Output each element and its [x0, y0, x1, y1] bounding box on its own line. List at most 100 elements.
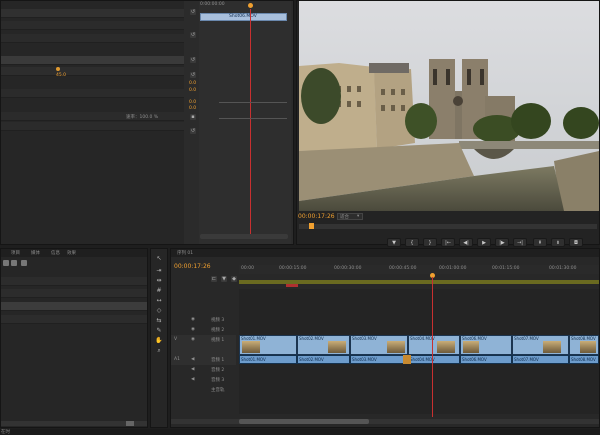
audio-clip[interactable]: Shot02.MOV — [297, 355, 350, 364]
list-item[interactable] — [1, 315, 147, 324]
video-clip[interactable]: Shot06.MOV — [460, 335, 512, 355]
time-ruler[interactable]: 00:00 00:00:15:00 00:00:30:00 00:00:45:0… — [239, 265, 599, 274]
effect-row[interactable] — [1, 21, 184, 30]
effect-mini-timeline[interactable]: 0:00:00:00 Shot06.MOV — [199, 1, 291, 244]
audio-clip[interactable]: Shot08.MOV — [569, 355, 599, 364]
video-clip[interactable]: Shot02.MOV — [297, 335, 350, 355]
speaker-icon[interactable]: ◀ — [191, 357, 194, 362]
list-item[interactable] — [1, 277, 147, 286]
program-scrub-bar[interactable] — [299, 223, 597, 229]
mark-out-icon[interactable]: { — [405, 238, 419, 247]
search-icon[interactable] — [21, 260, 27, 266]
timeline-timecode[interactable]: 00:00:17:26 — [174, 263, 211, 270]
track-select-tool-icon[interactable]: ⇥ — [155, 267, 163, 275]
audio-clip[interactable]: Shot01.MOV — [239, 355, 297, 364]
track-header-video-3[interactable]: ◉ 视频 3 — [171, 315, 236, 325]
video-clip[interactable]: Shot04.MOV — [408, 335, 460, 355]
tab-effects[interactable]: 效果 — [67, 250, 76, 256]
effect-row[interactable] — [1, 34, 184, 43]
effect-row[interactable] — [1, 122, 184, 131]
go-to-in-icon[interactable]: |← — [441, 238, 455, 247]
eye-icon[interactable]: ◉ — [191, 337, 195, 342]
video-clip[interactable]: Shot07.MOV — [512, 335, 569, 355]
effect-row[interactable] — [1, 67, 184, 76]
video-clip[interactable]: Shot01.MOV — [239, 335, 297, 355]
zoom-tool-icon[interactable]: ⌕ — [155, 347, 163, 355]
audio-clip[interactable]: Shot06.MOV — [460, 355, 512, 364]
track-header-master[interactable]: 主音轨 — [171, 385, 236, 395]
mini-scrollbar[interactable] — [200, 234, 288, 239]
extract-icon[interactable]: ⇟ — [551, 238, 565, 247]
mini-timecode: 0:00:00:00 — [200, 2, 225, 7]
reset-icon[interactable]: ↺ — [190, 9, 196, 15]
ruler-tick: 00:00:30:00 — [334, 266, 362, 271]
razor-tool-icon[interactable]: ◇ — [155, 307, 163, 315]
tab-sequence[interactable]: 序列 01 — [177, 250, 193, 256]
slip-tool-icon[interactable]: ⇆ — [155, 317, 163, 325]
v-target-label[interactable]: V — [174, 337, 177, 342]
track-header-audio-3[interactable]: ◀ 音频 3 — [171, 375, 236, 385]
toggle-value[interactable]: 0.0 — [189, 100, 196, 105]
hand-tool-icon[interactable]: ✋ — [155, 337, 163, 345]
tab-info[interactable]: 信息 — [51, 250, 60, 256]
effect-row[interactable] — [1, 89, 184, 98]
mark-out-icon[interactable]: } — [423, 238, 437, 247]
lift-icon[interactable]: ⇞ — [533, 238, 547, 247]
track-header-video-1[interactable]: V ◉ 视频 1 — [171, 335, 236, 355]
list-item[interactable] — [1, 302, 147, 311]
program-timecode[interactable]: 00:00:17:26 — [298, 213, 335, 220]
export-frame-icon[interactable]: ◘ — [569, 238, 583, 247]
play-icon[interactable]: ▶ — [477, 238, 491, 247]
selected-clip-marker[interactable] — [403, 355, 411, 364]
orange-keyframe-icon[interactable] — [56, 67, 60, 71]
orange-value[interactable]: 45.0 — [56, 73, 66, 78]
toggle-value[interactable]: 0.0 — [189, 106, 196, 111]
toggle-value[interactable]: 0.0 — [189, 88, 196, 93]
program-playhead-icon[interactable] — [309, 223, 314, 229]
project-scrollbar[interactable] — [1, 421, 147, 426]
link-icon[interactable]: ◆ — [231, 276, 237, 282]
track-header-audio-2[interactable]: ◀ 音频 2 — [171, 365, 236, 375]
video-clip[interactable]: Shot03.MOV — [350, 335, 408, 355]
a-target-label[interactable]: A1 — [174, 357, 180, 362]
track-header-audio-1[interactable]: A1 ◀ 音频 1 — [171, 355, 236, 365]
effect-row[interactable] — [1, 56, 184, 65]
snap-icon[interactable]: ⊏ — [211, 276, 217, 282]
video-clip[interactable]: Shot08.MOV — [569, 335, 599, 355]
rate-stretch-tool-icon[interactable]: ↔ — [155, 297, 163, 305]
tab-project[interactable]: 项目 — [11, 250, 20, 256]
mark-in-icon[interactable]: ▼ — [387, 238, 401, 247]
toggle-value[interactable]: 0.0 — [189, 81, 196, 86]
marker-icon[interactable]: ▼ — [221, 276, 227, 282]
speaker-icon[interactable]: ◀ — [191, 367, 194, 372]
rolling-edit-tool-icon[interactable]: # — [155, 287, 163, 295]
checkbox-icon[interactable]: ▪ — [190, 114, 196, 120]
pen-tool-icon[interactable]: ✎ — [155, 327, 163, 335]
fit-dropdown[interactable]: 适合 ▾ — [337, 213, 363, 220]
reset-icon[interactable]: ↺ — [190, 32, 196, 38]
selection-tool-icon[interactable]: ↖ — [155, 255, 163, 263]
ripple-edit-tool-icon[interactable]: ⇹ — [155, 277, 163, 285]
audio-clip[interactable]: Shot07.MOV — [512, 355, 569, 364]
go-to-out-icon[interactable]: →| — [513, 238, 527, 247]
step-back-icon[interactable]: ◀| — [459, 238, 473, 247]
list-item[interactable] — [1, 289, 147, 298]
eye-icon[interactable]: ◉ — [191, 327, 195, 332]
playhead-marker-icon[interactable] — [248, 3, 253, 8]
reset-icon[interactable]: ↺ — [190, 128, 196, 134]
step-forward-icon[interactable]: |▶ — [495, 238, 509, 247]
audio-clip[interactable]: Shot03.MOV — [350, 355, 408, 364]
track-header-video-2[interactable]: ◉ 视频 2 — [171, 325, 236, 335]
effect-row[interactable] — [1, 9, 184, 18]
reset-icon[interactable]: ↺ — [190, 72, 196, 78]
speaker-icon[interactable]: ◀ — [191, 377, 194, 382]
project-tab-bar: 项目 媒体 信息 效果 — [1, 249, 147, 257]
reset-icon[interactable]: ↺ — [190, 57, 196, 63]
ruler-tick: 00:01:00:00 — [439, 266, 467, 271]
eye-icon[interactable]: ◉ — [191, 317, 195, 322]
tab-media[interactable]: 媒体 — [31, 250, 40, 256]
audio-clip[interactable]: Shot04.MOV — [408, 355, 460, 364]
icon-view-icon[interactable] — [11, 260, 17, 266]
timeline-scrollbar[interactable] — [171, 419, 599, 424]
list-view-icon[interactable] — [3, 260, 9, 266]
